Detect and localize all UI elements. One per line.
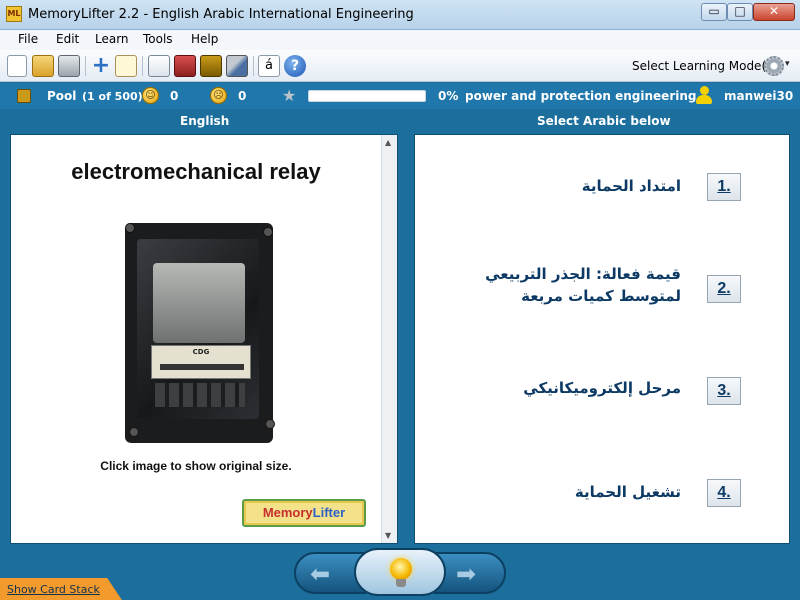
title-bar: ML MemoryLifter 2.2 - English Arabic Int… (0, 0, 800, 30)
status-bar: Pool (1 of 500) ☺ 0 ☹ 0 ★ 0% power and p… (0, 83, 800, 109)
answer-text[interactable]: مرحل إلكتروميكانيكي (421, 377, 681, 399)
answer-header: Select Arabic below (537, 114, 671, 128)
window-title: MemoryLifter 2.2 - English Arabic Intern… (28, 7, 414, 22)
answer-text[interactable]: تشغيل الحماية (421, 481, 681, 503)
gear-icon[interactable] (764, 56, 784, 76)
menu-file[interactable]: File (18, 32, 38, 46)
toolbar-separator (253, 56, 254, 76)
relay-plate-text: CDG (192, 348, 210, 356)
relay-plate-bar (160, 364, 244, 370)
progress-text: 0% (438, 89, 459, 103)
show-card-stack-link[interactable]: Show Card Stack (7, 583, 100, 596)
pool-count: (1 of 500) (82, 90, 143, 103)
chevron-down-icon[interactable]: ▾ (785, 59, 790, 69)
relay-bolt (265, 419, 275, 429)
menu-edit[interactable]: Edit (56, 32, 79, 46)
relay-bolt (263, 227, 273, 237)
user-name: manwei30 (724, 89, 794, 103)
answer-number-button[interactable]: 2. (707, 275, 741, 303)
relay-mechanism (153, 263, 245, 343)
relay-bolt (129, 427, 139, 437)
print-icon[interactable] (58, 55, 80, 77)
open-folder-icon[interactable] (32, 55, 54, 77)
navigation-bar: ⬅ ➡ (0, 544, 800, 600)
add-icon[interactable]: + (90, 55, 112, 77)
new-file-icon[interactable] (7, 55, 27, 77)
arrow-left-icon: ⬅ (310, 560, 331, 588)
learning-mode-label[interactable]: Select Learning Mode(s) (632, 59, 777, 73)
relay-bolt (125, 223, 135, 233)
accent-character-icon[interactable]: á (258, 55, 280, 77)
memorylifter-logo: MemoryLifter (242, 499, 366, 527)
dictionary-icon[interactable] (200, 55, 222, 77)
answer-number-button[interactable]: 3. (707, 377, 741, 405)
edit-icon[interactable] (115, 55, 137, 77)
scroll-up-icon[interactable]: ▲ (385, 138, 391, 147)
arrow-right-icon: ➡ (456, 560, 477, 588)
relay-nameplate: CDG (151, 345, 251, 379)
card-stack-tab[interactable]: Show Card Stack (0, 578, 122, 600)
relay-terminals (155, 383, 245, 407)
menu-bar: File Edit Learn Tools Help (0, 30, 800, 50)
question-header: English (180, 114, 230, 128)
relay-image[interactable]: CDG (125, 223, 275, 443)
answer-number-button[interactable]: 4. (707, 479, 741, 507)
star-icon: ★ (282, 86, 297, 105)
help-icon[interactable]: ? (284, 55, 306, 77)
user-icon (696, 86, 712, 105)
hint-button[interactable] (354, 548, 446, 596)
question-word: electromechanical relay (71, 159, 321, 184)
scroll-down-icon[interactable]: ▼ (385, 531, 391, 540)
maximize-button[interactable]: □ (727, 3, 753, 21)
sad-face-icon: ☹ (210, 87, 227, 104)
pool-label: Pool (47, 89, 77, 103)
chapter-name: power and protection engineering (465, 89, 697, 103)
menu-tools[interactable]: Tools (143, 32, 173, 46)
logo-lifter: Lifter (312, 505, 346, 520)
correct-count: 0 (170, 89, 179, 103)
menu-help[interactable]: Help (191, 32, 218, 46)
book-icon[interactable] (174, 55, 196, 77)
tools-icon[interactable] (226, 55, 248, 77)
minimize-button[interactable]: ▭ (701, 3, 727, 21)
answer-number-button[interactable]: 1. (707, 173, 741, 201)
app-icon: ML (6, 6, 22, 22)
toolbar-separator (85, 56, 86, 76)
answer-panel: امتداد الحماية 1. قيمة فعالة: الجذر التر… (414, 134, 790, 544)
progress-bar (308, 90, 426, 102)
answer-text[interactable]: امتداد الحماية (421, 175, 681, 197)
close-button[interactable]: ✕ (753, 3, 795, 21)
answer-text[interactable]: قيمة فعالة: الجذر التربيعي لمتوسط كميات … (421, 263, 681, 307)
toolbar: + á ? Select Learning Mode(s) ▾ (0, 50, 800, 82)
happy-face-icon: ☺ (142, 87, 159, 104)
logo-memory: Memory (262, 505, 313, 520)
question-panel: electromechanical relay CDG Click image … (10, 134, 398, 544)
lightbulb-base (396, 579, 406, 587)
pool-icon (17, 89, 31, 103)
image-caption: Click image to show original size. (100, 459, 292, 473)
lightbulb-icon (390, 558, 412, 580)
menu-learn[interactable]: Learn (95, 32, 129, 46)
question-scrollbar[interactable]: ▲ ▼ (381, 135, 397, 543)
wrong-count: 0 (238, 89, 247, 103)
presentation-icon[interactable] (148, 55, 170, 77)
toolbar-separator (142, 56, 143, 76)
